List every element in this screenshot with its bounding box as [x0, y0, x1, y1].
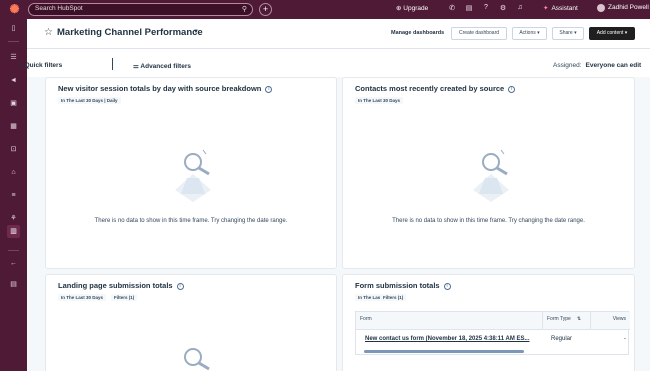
dashboard-header: ☆ Marketing Channel Performance ▼ Manage… [27, 19, 650, 49]
report-card: New visitor session totals by day with s… [45, 77, 337, 269]
empty-state-message: There is no data to show in this time fr… [392, 218, 585, 224]
assistant-label: Assistant [551, 5, 578, 12]
phone-icon[interactable]: ✆ [447, 4, 457, 12]
report-title-text: New visitor session totals by day with s… [58, 84, 262, 93]
column-header-form-type[interactable]: Form Type ⇅ [542, 312, 590, 330]
notifications-bell-icon[interactable]: ♫ [515, 4, 525, 11]
search-placeholder: Search HubSpot [35, 5, 83, 12]
views-cell: - [624, 336, 626, 342]
report-title[interactable]: New visitor session totals by day with s… [58, 84, 273, 93]
report-title-text: Landing page submission totals [58, 281, 173, 290]
sort-icon[interactable]: ⇅ [577, 316, 581, 322]
assistant-sparkle-icon: ✦ [543, 5, 549, 12]
info-icon[interactable]: i [443, 283, 451, 290]
report-title[interactable]: Landing page submission totals i [58, 281, 184, 290]
date-range-tag: In The Last 30 Days [58, 294, 107, 301]
report-table: Form Form Type ⇅ Views New contact us for… [355, 311, 630, 355]
date-range-tag: In The Last 30 Days [355, 97, 404, 104]
info-icon[interactable]: i [508, 86, 516, 93]
content-icon[interactable]: ▣ [7, 97, 20, 110]
report-title-text: Contacts most recently created by source [355, 84, 505, 93]
empty-state-illustration [175, 149, 211, 202]
reporting-icon[interactable]: ▥ [7, 225, 20, 238]
quick-filters-button[interactable]: + Quick filters [19, 62, 62, 69]
form-type-cell: Regular [551, 336, 573, 342]
sidebar-divider [8, 41, 19, 42]
marketplace-icon[interactable]: ▤ [464, 4, 474, 12]
horizontal-scrollbar[interactable] [364, 350, 524, 353]
report-card: Form submission totalsi In The Last 30 D… [342, 274, 635, 371]
report-card: Contacts most recently created by source… [342, 77, 635, 269]
portal-icon[interactable]: ▤ [7, 278, 20, 291]
column-header-form[interactable]: Form [356, 312, 542, 330]
automation-icon[interactable]: ⚘ [7, 212, 20, 225]
report-title[interactable]: Contacts most recently created by source… [355, 84, 516, 93]
quick-filters-label: Quick filters [24, 62, 63, 69]
filters-tag[interactable]: Filters (1) [111, 294, 138, 301]
search-input[interactable]: Search HubSpot ⚲ [28, 3, 253, 16]
help-icon[interactable]: ? [481, 4, 491, 11]
left-sidebar: ▯ ☰ ◄ ▣ ▦ ⊡ ⌂ ≡ ⚘ ▥ ← ▤ [0, 19, 27, 371]
commerce-icon[interactable]: ⊡ [7, 143, 20, 156]
assistant-button[interactable]: ✦ Assistant [543, 4, 578, 12]
filters-tag[interactable]: Filters (1) [380, 294, 407, 301]
data-management-icon[interactable]: ≡ [7, 189, 20, 202]
service-icon[interactable]: ⌂ [7, 166, 20, 179]
user-avatar[interactable] [597, 4, 605, 12]
column-header-label: Form Type [547, 316, 571, 322]
add-content-button[interactable]: Add content ▾ [589, 27, 635, 40]
dashboard-title[interactable]: Marketing Channel Performance [57, 27, 203, 38]
filter-divider [112, 58, 113, 70]
user-name[interactable]: Zadhid Powell [608, 4, 649, 11]
create-new-button[interactable]: + [259, 3, 272, 16]
sales-icon[interactable]: ▦ [7, 120, 20, 133]
chevron-down-icon[interactable]: ▼ [193, 29, 199, 35]
marketing-icon[interactable]: ◄ [7, 74, 20, 87]
assigned-label: Assigned: [553, 62, 582, 69]
collapse-arrow-icon[interactable]: ← [7, 257, 20, 270]
top-navigation-bar: ✺ Search HubSpot ⚲ + ⊕ Upgrade ✆ ▤ ? ⚙ ♫… [0, 0, 650, 19]
table-row: New contact us form (November 18, 2025 4… [365, 336, 530, 342]
report-title-text: Form submission totals [355, 281, 440, 290]
settings-gear-icon[interactable]: ⚙ [498, 4, 508, 12]
hubspot-logo-icon[interactable]: ✺ [8, 3, 21, 16]
advanced-filters-label: Advanced filters [140, 63, 191, 70]
empty-state-illustration [473, 149, 509, 202]
empty-state-message: There is no data to show in this time fr… [94, 218, 288, 224]
date-range-tag: In The Last 30 Days | Daily [58, 97, 121, 104]
search-icon: ⚲ [241, 6, 247, 13]
manage-dashboards-link[interactable]: Manage dashboards [391, 30, 444, 36]
favorite-star-icon[interactable]: ☆ [44, 27, 53, 38]
upgrade-button[interactable]: ⊕ Upgrade [396, 4, 428, 12]
bookmarks-icon[interactable]: ▯ [7, 22, 20, 35]
column-header-views[interactable]: Views [590, 312, 630, 330]
share-button[interactable]: Share ▾ [552, 27, 584, 40]
form-link[interactable]: New contact us form (November 18, 2025 4… [365, 336, 530, 342]
empty-state-illustration [184, 348, 210, 371]
assigned-status[interactable]: Assigned: Everyone can edit [553, 62, 641, 69]
advanced-filters-button[interactable]: ⚌ Advanced filters [133, 62, 191, 70]
report-title[interactable]: Form submission totals i [355, 281, 451, 290]
assigned-value: Everyone can edit [585, 62, 642, 69]
upgrade-label: Upgrade [403, 5, 429, 12]
info-icon[interactable]: i [265, 86, 273, 93]
actions-button[interactable]: Actions ▾ [512, 27, 547, 40]
info-icon[interactable]: i [176, 283, 184, 290]
create-dashboard-button[interactable]: Create dashboard [451, 27, 507, 40]
sidebar-divider [8, 250, 19, 251]
report-card: Landing page submission totals i In The L… [45, 274, 337, 371]
